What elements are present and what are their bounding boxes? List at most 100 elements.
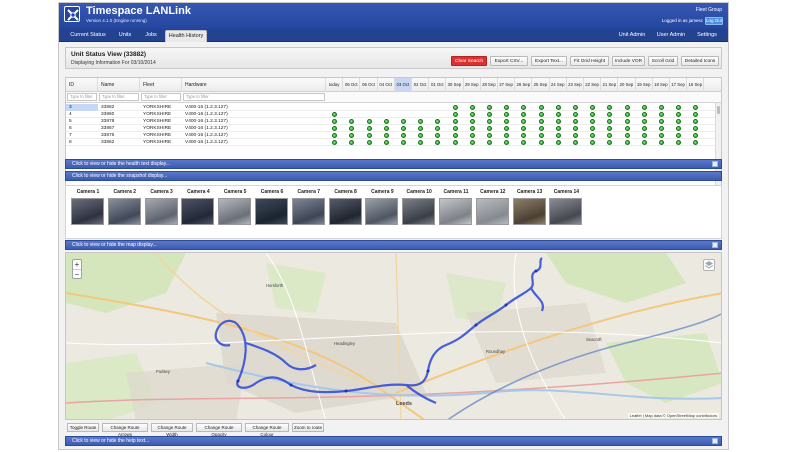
status-ok-icon[interactable] (486, 105, 492, 110)
status-ok-icon[interactable] (676, 112, 682, 117)
col-header-date[interactable]: 27 Sep (498, 78, 516, 92)
status-ok-icon[interactable] (486, 133, 492, 138)
status-ok-icon[interactable] (469, 112, 475, 117)
status-ok-icon[interactable] (590, 112, 596, 117)
camera-snapshot[interactable]: Camera 9 (365, 189, 399, 225)
col-header-date[interactable]: 01 Oct (429, 78, 447, 92)
nav-jobs[interactable]: Jobs (139, 29, 163, 42)
status-ok-icon[interactable] (555, 126, 561, 131)
status-ok-icon[interactable] (572, 133, 578, 138)
col-header-date[interactable]: 24 Sep (550, 78, 567, 92)
col-header-date[interactable]: 06 Oct (343, 78, 361, 92)
status-ok-icon[interactable] (555, 112, 561, 117)
camera-image[interactable] (475, 198, 509, 225)
camera-image[interactable] (107, 198, 141, 225)
status-ok-icon[interactable] (693, 119, 699, 124)
status-ok-icon[interactable] (676, 140, 682, 145)
status-ok-icon[interactable] (332, 133, 338, 138)
status-ok-icon[interactable] (435, 126, 441, 131)
status-ok-icon[interactable] (383, 119, 389, 124)
status-ok-icon[interactable] (641, 105, 647, 110)
id-filter-input[interactable]: Type to filter (67, 93, 97, 101)
status-ok-icon[interactable] (521, 126, 527, 131)
status-ok-icon[interactable] (504, 119, 510, 124)
hardware-filter-input[interactable]: Type to filter (183, 93, 325, 101)
col-header-date[interactable]: 19 Sep (636, 78, 653, 92)
status-ok-icon[interactable] (693, 133, 699, 138)
status-ok-icon[interactable] (504, 140, 510, 145)
camera-snapshot[interactable]: Camera 12 (475, 189, 510, 225)
status-ok-icon[interactable] (624, 119, 630, 124)
status-ok-icon[interactable] (469, 105, 475, 110)
collapse-icon[interactable] (712, 242, 718, 248)
col-header-date[interactable]: 22 Sep (584, 78, 602, 92)
fit-grid-height-button[interactable]: Fit Grid Height (570, 56, 609, 66)
status-ok-icon[interactable] (400, 133, 406, 138)
col-header-date[interactable]: 03 Oct (394, 78, 412, 92)
status-ok-icon[interactable] (676, 126, 682, 131)
status-ok-icon[interactable] (676, 133, 682, 138)
status-ok-icon[interactable] (349, 133, 355, 138)
status-ok-icon[interactable] (572, 112, 578, 117)
status-ok-icon[interactable] (418, 133, 424, 138)
table-row[interactable]: 7 33876 YORKSHIRE V400-16 (1.2.3.127) (66, 132, 716, 139)
status-ok-icon[interactable] (452, 105, 458, 110)
status-ok-icon[interactable] (452, 140, 458, 145)
status-ok-icon[interactable] (607, 133, 613, 138)
camera-snapshot[interactable]: Camera 2 (107, 189, 142, 225)
camera-image[interactable] (439, 198, 472, 225)
status-ok-icon[interactable] (400, 119, 406, 124)
change-route-arrows-button[interactable]: Change Route Arrows (102, 423, 148, 437)
nav-unit-admin[interactable]: Unit Admin (615, 29, 649, 42)
status-ok-icon[interactable] (624, 105, 630, 110)
camera-image[interactable] (255, 198, 288, 225)
status-ok-icon[interactable] (521, 119, 527, 124)
status-ok-icon[interactable] (658, 105, 664, 110)
status-ok-icon[interactable] (658, 126, 664, 131)
camera-snapshot[interactable]: Camera 4 (181, 189, 215, 225)
status-ok-icon[interactable] (349, 140, 355, 145)
table-row[interactable]: 3 33882 YORKSHIRE V400-16 (1.2.3.127) (66, 104, 716, 111)
export-text-button[interactable]: Export Text... (531, 56, 567, 66)
status-ok-icon[interactable] (555, 140, 561, 145)
status-ok-icon[interactable] (572, 119, 578, 124)
col-header-date[interactable]: 17 Sep (670, 78, 688, 92)
status-ok-icon[interactable] (624, 140, 630, 145)
scroll-grid-button[interactable]: Scroll Grid (648, 56, 678, 66)
status-ok-icon[interactable] (624, 112, 630, 117)
status-ok-icon[interactable] (504, 126, 510, 131)
col-header-date[interactable]: 21 Sep (601, 78, 619, 92)
nav-current-status[interactable]: Current Status (65, 29, 111, 42)
status-ok-icon[interactable] (693, 126, 699, 131)
status-ok-icon[interactable] (624, 133, 630, 138)
status-ok-icon[interactable] (538, 112, 544, 117)
status-ok-icon[interactable] (572, 126, 578, 131)
status-ok-icon[interactable] (366, 119, 372, 124)
status-ok-icon[interactable] (641, 140, 647, 145)
status-ok-icon[interactable] (435, 140, 441, 145)
status-ok-icon[interactable] (332, 119, 338, 124)
status-ok-icon[interactable] (435, 133, 441, 138)
col-header-date[interactable]: 29 Sep (464, 78, 481, 92)
status-ok-icon[interactable] (486, 140, 492, 145)
col-header-fleet[interactable]: Fleet (140, 78, 182, 92)
status-ok-icon[interactable] (693, 140, 699, 145)
status-ok-icon[interactable] (555, 105, 561, 110)
camera-image[interactable] (71, 198, 104, 225)
status-ok-icon[interactable] (332, 112, 338, 117)
status-ok-icon[interactable] (555, 119, 561, 124)
name-filter-input[interactable]: Type to filter (99, 93, 139, 101)
change-route-opacity-button[interactable]: Change Route Opacity (196, 423, 242, 437)
status-ok-icon[interactable] (590, 140, 596, 145)
status-ok-icon[interactable] (521, 133, 527, 138)
table-row[interactable]: 4 33860 YORKSHIRE V400-16 (1.2.3.127) (66, 111, 716, 118)
status-ok-icon[interactable] (400, 126, 406, 131)
status-ok-icon[interactable] (469, 119, 475, 124)
status-ok-icon[interactable] (452, 133, 458, 138)
status-ok-icon[interactable] (607, 119, 613, 124)
status-ok-icon[interactable] (469, 126, 475, 131)
status-ok-icon[interactable] (469, 140, 475, 145)
status-ok-icon[interactable] (607, 105, 613, 110)
expand-icon[interactable] (712, 161, 718, 167)
status-ok-icon[interactable] (452, 126, 458, 131)
